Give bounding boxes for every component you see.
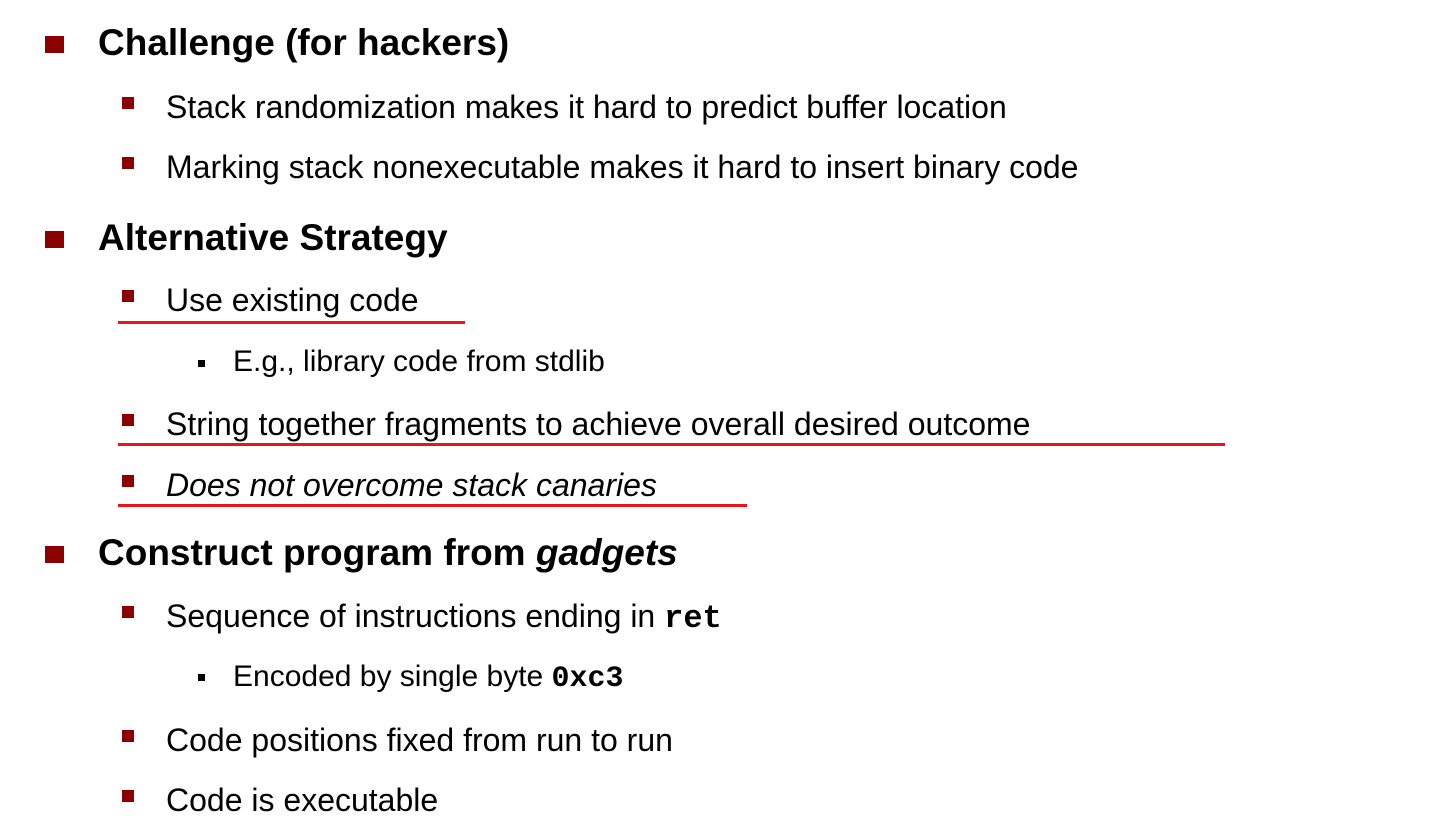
bullet-icon — [198, 360, 205, 367]
heading-alternative: Alternative Strategy — [98, 217, 448, 258]
item-text: Encoded by single byte — [233, 660, 552, 693]
list-item: E.g., library code from stdlib — [233, 345, 605, 378]
heading-text: Construct program from — [98, 532, 536, 573]
bullet-icon — [45, 36, 64, 53]
list-item: Code is executable — [166, 782, 439, 818]
bullet-icon — [122, 97, 134, 109]
list-item: Code positions fixed from run to run — [166, 722, 673, 758]
list-item: Encoded by single byte 0xc3 — [233, 652, 624, 702]
list-item: Stack randomization makes it hard to pre… — [166, 89, 1007, 125]
bullet-icon — [45, 546, 64, 563]
bullet-icon — [122, 157, 134, 169]
code-ret: ret — [664, 600, 722, 637]
list-item: Marking stack nonexecutable makes it har… — [166, 149, 1079, 185]
bullet-icon — [45, 231, 64, 248]
list-item: String together fragments to achieve ove… — [166, 406, 1031, 442]
heading-construct: Construct program from gadgets — [98, 528, 678, 578]
bullet-icon — [198, 674, 205, 681]
red-underline — [118, 321, 465, 324]
heading-challenge: Challenge (for hackers) — [98, 22, 510, 63]
red-underline — [118, 443, 1225, 446]
bullet-icon — [122, 414, 134, 426]
list-item: Does not overcome stack canaries — [166, 467, 657, 503]
list-item: Use existing code — [166, 282, 419, 318]
list-item: Sequence of instructions ending in ret — [166, 591, 722, 641]
red-underline — [118, 504, 747, 507]
bullet-icon — [122, 790, 134, 802]
heading-emphasis: gadgets — [535, 532, 678, 573]
bullet-icon — [122, 606, 134, 618]
bullet-icon — [122, 730, 134, 742]
code-byte: 0xc3 — [551, 662, 624, 696]
bullet-icon — [122, 475, 134, 487]
item-text: Sequence of instructions ending in — [166, 598, 665, 634]
bullet-icon — [122, 290, 134, 302]
